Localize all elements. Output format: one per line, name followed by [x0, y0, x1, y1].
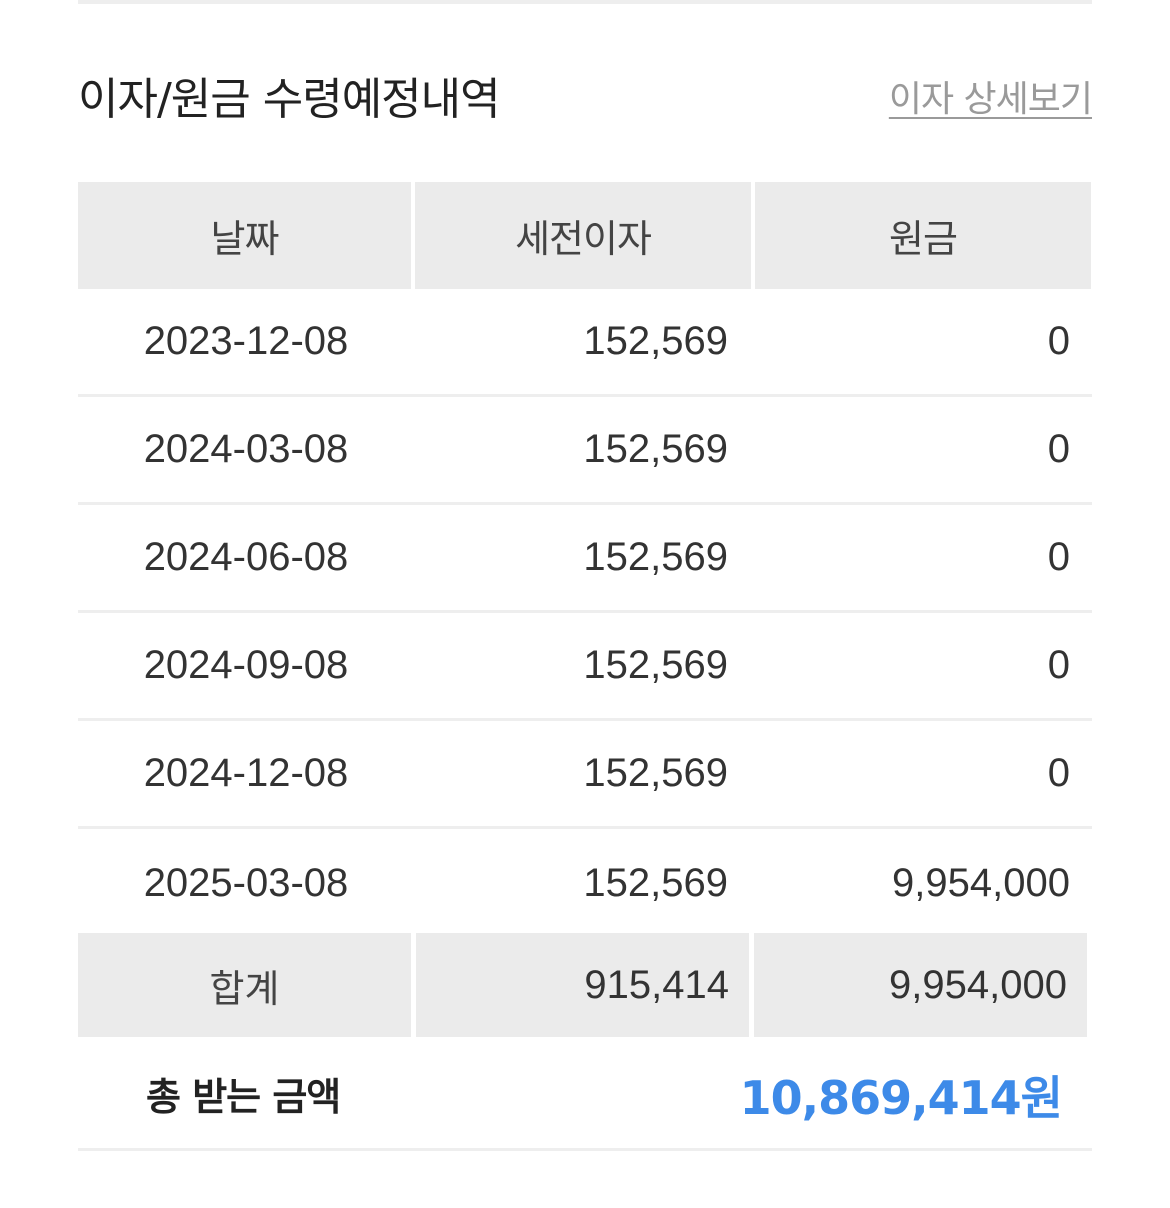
- section-title: 이자/원금 수령예정내역: [78, 74, 501, 125]
- row-date: 2024-06-08: [143, 535, 349, 579]
- sum-label: 합계: [78, 933, 411, 1037]
- sum-interest: 915,414: [416, 933, 749, 1037]
- row-principal: 0: [1047, 643, 1070, 687]
- row-interest: 152,569: [583, 427, 728, 471]
- row-principal: 0: [1047, 751, 1070, 795]
- header-date: 날짜: [78, 182, 411, 289]
- row-date: 2025-03-08: [143, 860, 349, 905]
- row-principal: 9,954,000: [892, 860, 1070, 905]
- row-date: 2023-12-08: [143, 319, 349, 363]
- row-interest: 152,569: [583, 643, 728, 687]
- table-row: 2024-09-08 152,569 0: [78, 613, 1092, 721]
- total-amount-unit: 원: [1020, 1071, 1063, 1125]
- row-interest: 152,569: [583, 535, 728, 579]
- table-row: 2024-12-08 152,569 0: [78, 721, 1092, 829]
- sum-row: 합계 915,414 9,954,000: [78, 933, 1092, 1037]
- row-date: 2024-09-08: [143, 643, 349, 687]
- row-interest: 152,569: [583, 751, 728, 795]
- header-interest: 세전이자: [415, 182, 751, 289]
- table-row: 2025-03-08 152,569 9,954,000: [78, 829, 1092, 937]
- row-interest: 152,569: [583, 319, 728, 363]
- row-principal: 0: [1047, 319, 1070, 363]
- table-row: 2024-06-08 152,569 0: [78, 505, 1092, 613]
- interest-detail-link[interactable]: 이자 상세보기: [889, 74, 1093, 126]
- row-principal: 0: [1047, 535, 1070, 579]
- top-divider: [78, 0, 1092, 4]
- table-row: 2023-12-08 152,569 0: [78, 289, 1092, 397]
- total-label: 총 받는 금액: [146, 1075, 341, 1119]
- table-row: 2024-03-08 152,569 0: [78, 397, 1092, 505]
- row-date: 2024-03-08: [143, 427, 349, 471]
- row-date: 2024-12-08: [143, 751, 349, 795]
- row-principal: 0: [1047, 427, 1070, 471]
- header-principal: 원금: [755, 182, 1091, 289]
- total-row: 총 받는 금액 10,869,414원: [78, 1040, 1092, 1151]
- table-header: 날짜 세전이자 원금: [78, 182, 1092, 289]
- row-interest: 152,569: [583, 860, 728, 905]
- total-amount: 10,869,414원: [739, 1062, 1063, 1128]
- total-amount-value: 10,869,414: [739, 1071, 1022, 1125]
- schedule-table: 날짜 세전이자 원금 2023-12-08 152,569 0 2024-03-…: [78, 182, 1092, 1037]
- sum-principal: 9,954,000: [754, 933, 1087, 1037]
